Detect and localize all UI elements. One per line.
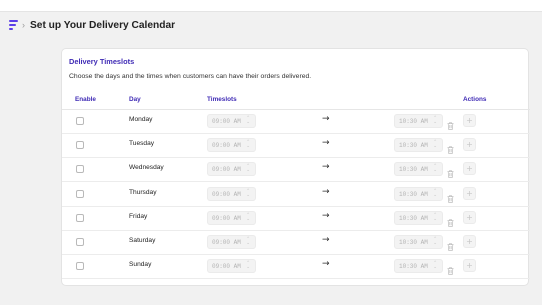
card-title: Delivery Timeslots [69,57,135,66]
start-time-value: 09:00 AM [212,118,241,125]
add-timeslot-button[interactable]: + [463,235,476,248]
day-label: Wednesday [129,164,164,172]
enable-checkbox[interactable] [76,141,84,150]
arrow-right-icon: → [322,186,330,197]
add-timeslot-button[interactable]: + [463,210,476,224]
end-time-input[interactable]: 10:30 AM ⌃ ⌄ [394,186,443,201]
start-time-value: 09:00 AM [212,214,241,222]
add-timeslot-button[interactable]: + [463,138,476,152]
table-row: Tuesday 09:00 AM ⌃ ⌄ → 10:30 AM ⌃ ⌄ + [62,134,530,159]
enable-checkbox[interactable] [76,165,84,174]
add-timeslot-button[interactable]: + [463,114,476,127]
table-row: Wednesday 09:00 AM ⌃ ⌄ → 10:30 AM ⌃ ⌄ + [62,158,530,183]
table-row: Friday 09:00 AM ⌃ ⌄ → 10:30 AM ⌃ ⌄ + [62,207,530,231]
time-spinner-icon: ⌃ ⌄ [246,237,250,246]
day-label: Saturday [129,237,156,244]
end-time-value: 10:30 AM [399,118,428,125]
enable-checkbox[interactable] [76,117,84,125]
end-time-value: 10:30 AM [399,239,428,246]
add-timeslot-button[interactable]: + [463,186,476,200]
enable-checkbox[interactable] [76,213,84,222]
time-spinner-icon: ⌃ ⌄ [246,140,250,150]
page-title: Set up Your Delivery Calendar [30,19,176,31]
start-time-value: 09:00 AM [212,239,241,246]
table-row: Monday 09:00 AM ⌃ ⌄ → 10:30 AM ⌃ ⌄ + [62,110,530,134]
day-label: Friday [129,212,148,220]
start-time-input[interactable]: 09:00 AM ⌃ ⌄ [207,259,256,274]
arrow-right-icon: → [322,138,330,149]
trash-icon[interactable] [447,262,454,275]
top-bar [0,0,542,12]
end-time-value: 10:30 AM [399,214,428,222]
table-row: Saturday 09:00 AM ⌃ ⌄ → 10:30 AM ⌃ ⌄ + [62,231,530,255]
trash-icon[interactable] [447,141,454,154]
day-label: Thursday [129,188,157,196]
time-spinner-icon: ⌃ ⌄ [433,212,437,222]
table-row: Thursday 09:00 AM ⌃ ⌄ → 10:30 AM ⌃ ⌄ + [62,183,530,207]
table-header: Enable Day Timeslots Actions [62,94,530,110]
trash-icon[interactable] [447,190,454,203]
time-spinner-icon: ⌃ ⌄ [433,237,437,246]
arrow-right-icon: → [322,114,330,124]
time-spinner-icon: ⌃ ⌄ [246,212,250,222]
column-day: Day [129,96,141,103]
start-time-input[interactable]: 09:00 AM ⌃ ⌄ [207,138,256,153]
day-label: Sunday [129,261,152,269]
time-spinner-icon: ⌃ ⌄ [246,164,250,174]
add-timeslot-button[interactable]: + [463,162,476,176]
add-timeslot-button[interactable]: + [463,259,476,273]
time-spinner-icon: ⌃ ⌄ [433,140,437,150]
time-spinner-icon: ⌃ ⌄ [246,261,250,271]
start-time-value: 09:00 AM [212,166,241,174]
table-row: Sunday 09:00 AM ⌃ ⌄ → 10:30 AM ⌃ ⌄ + [62,255,530,280]
time-spinner-icon: ⌃ ⌄ [246,188,250,198]
time-spinner-icon: ⌃ ⌄ [246,116,250,125]
start-time-input[interactable]: 09:00 AM ⌃ ⌄ [207,186,256,201]
end-time-input[interactable]: 10:30 AM ⌃ ⌄ [394,138,443,153]
trash-icon[interactable] [447,117,454,130]
column-timeslots: Timeslots [207,96,237,103]
start-time-value: 09:00 AM [212,263,241,271]
trash-icon[interactable] [447,238,454,251]
trash-icon[interactable] [447,165,454,179]
enable-checkbox[interactable] [76,262,84,271]
card-description: Choose the days and the times when custo… [69,73,312,80]
end-time-value: 10:30 AM [399,263,428,271]
start-time-input[interactable]: 09:00 AM ⌃ ⌄ [207,162,256,177]
arrow-right-icon: → [322,235,330,245]
app-logo-icon[interactable] [9,19,18,31]
time-spinner-icon: ⌃ ⌄ [433,164,437,174]
column-actions: Actions [463,96,487,103]
column-enable: Enable [75,96,96,103]
start-time-input[interactable]: 09:00 AM ⌃ ⌄ [207,235,256,249]
arrow-right-icon: → [322,259,330,270]
breadcrumb-separator: › [22,20,25,30]
start-time-value: 09:00 AM [212,142,241,150]
time-spinner-icon: ⌃ ⌄ [433,261,437,271]
time-spinner-icon: ⌃ ⌄ [433,188,437,198]
end-time-input[interactable]: 10:30 AM ⌃ ⌄ [394,235,443,249]
end-time-value: 10:30 AM [399,190,428,198]
arrow-right-icon: → [322,210,330,221]
delivery-timeslots-card: Delivery Timeslots Choose the days and t… [61,48,530,286]
day-label: Tuesday [129,140,155,148]
enable-checkbox[interactable] [76,238,84,246]
start-time-value: 09:00 AM [212,190,241,198]
page-header: › Set up Your Delivery Calendar [9,18,175,32]
end-time-value: 10:30 AM [399,166,428,174]
time-spinner-icon: ⌃ ⌄ [433,116,437,125]
arrow-right-icon: → [322,162,330,173]
start-time-input[interactable]: 09:00 AM ⌃ ⌄ [207,114,256,128]
trash-icon[interactable] [447,214,454,227]
end-time-input[interactable]: 10:30 AM ⌃ ⌄ [394,114,443,128]
end-time-input[interactable]: 10:30 AM ⌃ ⌄ [394,162,443,177]
end-time-input[interactable]: 10:30 AM ⌃ ⌄ [394,259,443,274]
day-label: Monday [129,116,153,123]
enable-checkbox[interactable] [76,189,84,198]
end-time-value: 10:30 AM [399,142,428,150]
end-time-input[interactable]: 10:30 AM ⌃ ⌄ [394,210,443,225]
start-time-input[interactable]: 09:00 AM ⌃ ⌄ [207,210,256,225]
